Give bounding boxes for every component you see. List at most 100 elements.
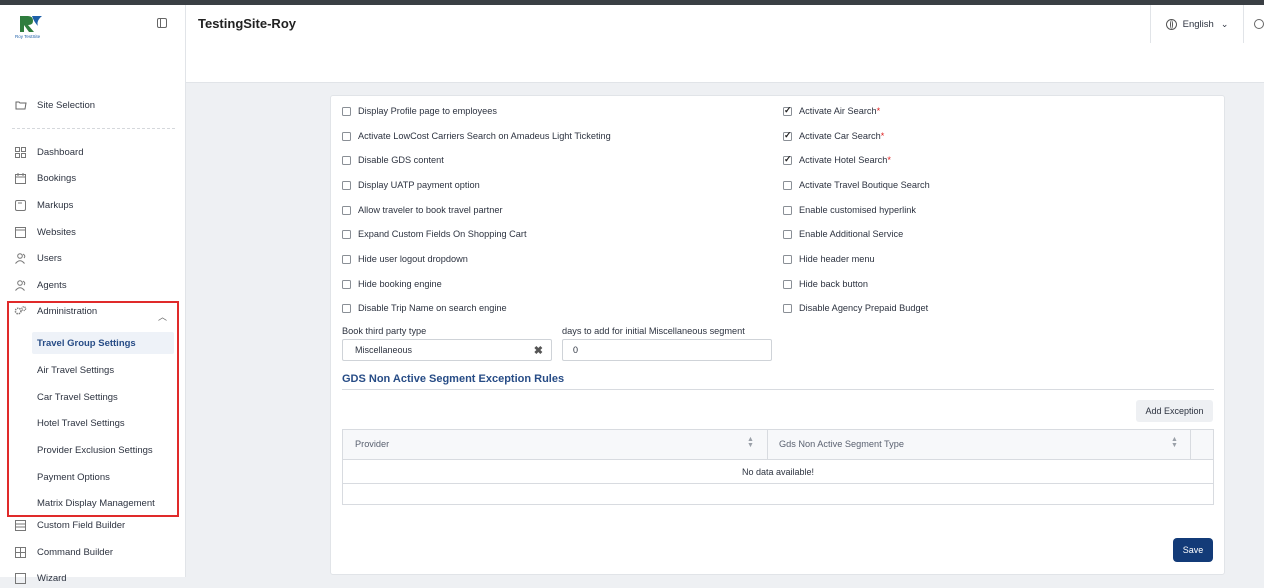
- sidebar-collapse-icon[interactable]: [157, 18, 167, 28]
- top-header: TestingSite-Roy English ⌄: [186, 5, 1264, 44]
- setting-activate-air-search[interactable]: Activate Air Search*: [783, 105, 880, 116]
- gears-icon: [14, 305, 27, 318]
- sidebar-subitem-provider-exclusion-settings[interactable]: Provider Exclusion Settings: [32, 439, 174, 461]
- gds-section-title: GDS Non Active Segment Exception Rules: [342, 373, 565, 385]
- sort-icon[interactable]: ▲ ▼: [747, 436, 754, 449]
- settings-card: Display Profile page to employees Activa…: [330, 95, 1225, 575]
- checkbox[interactable]: [783, 279, 792, 289]
- setting-activate-lowcost-carriers[interactable]: Activate LowCost Carriers Search on Amad…: [342, 131, 611, 141]
- setting-display-profile-page[interactable]: Display Profile page to employees: [342, 106, 497, 116]
- checkbox[interactable]: [342, 279, 351, 289]
- setting-hide-booking-engine[interactable]: Hide booking engine: [342, 279, 442, 289]
- sidebar-item-label: Custom Field Builder: [37, 519, 126, 531]
- sidebar-subitem-hotel-travel-settings[interactable]: Hotel Travel Settings: [32, 412, 174, 434]
- table-header-row: Provider ▲ ▼ Gds Non Active Segment Type …: [343, 430, 1213, 460]
- checkbox[interactable]: [783, 254, 792, 264]
- checkbox[interactable]: [783, 180, 792, 190]
- setting-activate-car-search[interactable]: Activate Car Search*: [783, 130, 884, 141]
- column-divider: [767, 430, 768, 459]
- setting-allow-travel-partner[interactable]: Allow traveler to book travel partner: [342, 205, 503, 215]
- sidebar-subitem-travel-group-settings[interactable]: Travel Group Settings: [32, 332, 174, 354]
- column-header-provider[interactable]: Provider: [355, 439, 389, 449]
- sidebar-subitem-air-travel-settings[interactable]: Air Travel Settings: [32, 359, 174, 381]
- sidebar-item-command-builder[interactable]: Command Builder: [14, 542, 113, 562]
- checkbox[interactable]: [783, 205, 792, 215]
- checkbox-checked[interactable]: [783, 130, 792, 141]
- sidebar-item-label: Command Builder: [37, 546, 114, 558]
- sidebar-item-label: Administration: [37, 305, 98, 317]
- sidebar-subitem-payment-options[interactable]: Payment Options: [32, 466, 174, 488]
- checkbox[interactable]: [783, 303, 792, 313]
- sort-icon[interactable]: ▲ ▼: [1171, 436, 1178, 449]
- table-icon: [14, 546, 27, 559]
- days-to-add-input[interactable]: 0: [562, 339, 772, 361]
- language-selector[interactable]: English ⌄: [1150, 5, 1244, 43]
- column-divider: [1190, 430, 1191, 459]
- checkbox[interactable]: [342, 254, 351, 264]
- sidebar-item-label: Site Selection: [37, 99, 96, 111]
- tag-icon: [14, 199, 27, 212]
- checkbox[interactable]: [342, 180, 351, 190]
- setting-hide-user-logout-dropdown[interactable]: Hide user logout dropdown: [342, 254, 468, 264]
- checkbox[interactable]: [342, 303, 351, 313]
- days-to-add-label: days to add for initial Miscellaneous se…: [562, 326, 745, 336]
- list-icon: [14, 519, 27, 532]
- sidebar-subitem-matrix-display-management[interactable]: Matrix Display Management: [32, 492, 174, 514]
- input-value: 0: [573, 345, 579, 355]
- folder-icon: [14, 99, 27, 112]
- language-label: English: [1182, 18, 1214, 30]
- sidebar-item-users[interactable]: Users: [14, 248, 62, 268]
- setting-enable-customised-hyperlink[interactable]: Enable customised hyperlink: [783, 205, 916, 215]
- sidebar-item-dashboard[interactable]: Dashboard: [14, 142, 83, 162]
- sidebar-item-websites[interactable]: Websites: [14, 222, 76, 242]
- calendar-icon: [14, 172, 27, 185]
- globe-icon: [1165, 18, 1177, 30]
- sidebar-item-agents[interactable]: Agents: [14, 275, 67, 295]
- setting-disable-trip-name[interactable]: Disable Trip Name on search engine: [342, 303, 507, 313]
- checkbox[interactable]: [783, 229, 792, 239]
- chevron-down-icon: ⌄: [1220, 18, 1229, 29]
- page-title: TestingSite-Roy: [198, 16, 296, 31]
- sidebar-item-label: Websites: [37, 226, 76, 238]
- save-button[interactable]: Save: [1173, 538, 1213, 562]
- checkbox[interactable]: [342, 205, 351, 215]
- sidebar-item-site-selection[interactable]: Site Selection: [14, 95, 95, 115]
- book-third-party-select[interactable]: Miscellaneous ✖: [342, 339, 552, 361]
- sidebar-item-label: Users: [37, 252, 62, 264]
- clear-icon[interactable]: ✖: [534, 344, 543, 357]
- checkbox[interactable]: [342, 131, 351, 141]
- sidebar-item-wizard[interactable]: Wizard: [14, 568, 67, 588]
- setting-disable-agency-prepaid-budget[interactable]: Disable Agency Prepaid Budget: [783, 303, 928, 313]
- sidebar-item-label: Wizard: [37, 572, 67, 584]
- user-icon[interactable]: [1254, 19, 1264, 29]
- chevron-up-icon[interactable]: ︿: [158, 310, 167, 323]
- setting-display-uatp-payment[interactable]: Display UATP payment option: [342, 180, 480, 190]
- sidebar-item-markups[interactable]: Markups: [14, 195, 73, 215]
- checkbox-checked[interactable]: [783, 154, 792, 165]
- agents-icon: [14, 279, 27, 292]
- sidebar-item-administration[interactable]: Administration: [14, 301, 97, 321]
- column-header-gds-segment-type[interactable]: Gds Non Active Segment Type: [779, 439, 904, 449]
- window-icon: [14, 226, 27, 239]
- sidebar-item-bookings[interactable]: Bookings: [14, 168, 76, 188]
- setting-hide-back-button[interactable]: Hide back button: [783, 279, 868, 289]
- sidebar-item-label: Markups: [37, 199, 74, 211]
- grid-icon: [14, 146, 27, 159]
- brand-logo[interactable]: Roy TestSite: [14, 13, 48, 39]
- sidebar-subitem-car-travel-settings[interactable]: Car Travel Settings: [32, 386, 174, 408]
- setting-expand-custom-fields[interactable]: Expand Custom Fields On Shopping Cart: [342, 229, 527, 239]
- checkbox[interactable]: [342, 106, 351, 116]
- sidebar-item-label: Dashboard: [37, 146, 84, 158]
- checkbox[interactable]: [342, 229, 351, 239]
- setting-activate-travel-boutique[interactable]: Activate Travel Boutique Search: [783, 180, 930, 190]
- checkbox[interactable]: [342, 155, 351, 165]
- setting-hide-header-menu[interactable]: Hide header menu: [783, 254, 875, 264]
- setting-disable-gds-content[interactable]: Disable GDS content: [342, 155, 444, 165]
- sidebar-item-custom-field-builder[interactable]: Custom Field Builder: [14, 515, 125, 535]
- setting-enable-additional-service[interactable]: Enable Additional Service: [783, 229, 903, 239]
- wizard-icon: [14, 572, 27, 585]
- add-exception-button[interactable]: Add Exception: [1136, 400, 1213, 422]
- checkbox-checked[interactable]: [783, 105, 792, 116]
- setting-activate-hotel-search[interactable]: Activate Hotel Search*: [783, 154, 891, 165]
- select-value: Miscellaneous: [355, 345, 413, 355]
